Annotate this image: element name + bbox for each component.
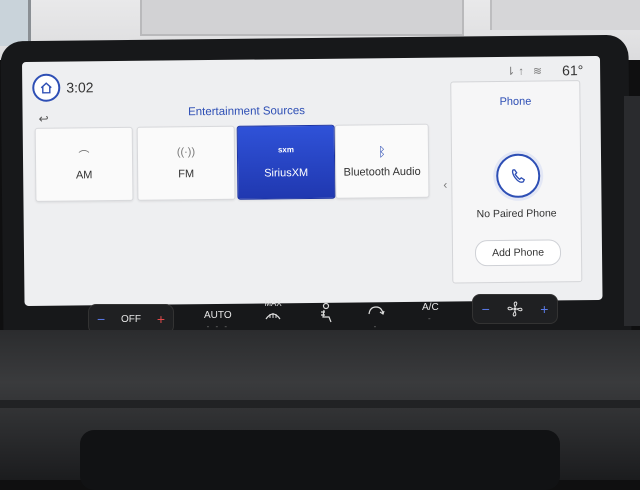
dashboard-ridge [0,400,640,408]
auto-label: AUTO [204,310,232,321]
chevron-left-icon[interactable]: ‹ [443,178,447,192]
source-label: SiriusXM [264,167,309,180]
source-tile-am[interactable]: ⌒ AM [34,126,134,202]
recirculation-icon [368,306,385,315]
source-tile-siriusxm[interactable]: sxm SiriusXM [236,124,336,200]
fan-icon [507,301,523,317]
airflow-mode-button[interactable] [316,302,336,327]
dash-side-trim [624,96,640,326]
ac-label: A/C [422,302,439,313]
home-icon [40,82,52,94]
seat-airflow-icon [321,302,332,323]
driver-temp-value: OFF [121,313,141,325]
dashboard-storage-slot [80,430,560,490]
source-tile-fm[interactable]: ((·)) FM [136,125,236,201]
ac-indicator: - [428,314,433,323]
background-door [140,0,464,36]
radio-wave-icon: ((·)) [176,146,196,159]
source-label: FM [178,168,195,181]
fan-down-button[interactable]: − [482,301,490,317]
source-tile-bluetooth-audio[interactable]: ᛒ Bluetooth Audio [334,123,430,199]
fan-speed-control: − + [472,294,558,324]
source-label: AM [75,169,93,182]
auto-button[interactable]: AUTO - - - [204,310,232,331]
phone-title: Phone [499,95,532,109]
ac-button[interactable]: A/C - [422,302,439,323]
infotainment-screen: 3:02 ⇂↑ ≋ 61° ↩ Entertainment Sources ⌒ … [22,55,603,306]
add-phone-button[interactable]: Add Phone [474,239,562,267]
recirculation-button[interactable]: - [366,304,386,331]
source-label: Bluetooth Audio [343,165,421,179]
home-button[interactable] [32,73,61,102]
radio-antenna-icon: ⌒ [78,150,90,163]
fan-up-button[interactable]: + [540,301,548,317]
background-door-right [490,0,640,30]
sxm-logo-icon: sxm [277,145,294,155]
driver-temp-down-button[interactable]: − [97,311,105,327]
phone-button[interactable] [495,153,541,199]
phone-status: No Paired Phone [476,207,557,221]
background-window [0,0,31,46]
max-defrost-button[interactable]: MAX [264,298,282,324]
signal-icon: ⇂↑ ≋ [506,65,546,78]
defrost-icon [265,313,281,320]
driver-temp-up-button[interactable]: + [157,311,165,327]
dashboard-trim [0,330,640,490]
phone-handset-icon [511,169,526,183]
outside-temperature: 61° [562,62,584,79]
clock: 3:02 [66,79,94,96]
phone-panel: Phone No Paired Phone Add Phone [450,80,583,284]
max-defrost-label: MAX [264,299,282,308]
bluetooth-icon: ᛒ [377,144,386,160]
